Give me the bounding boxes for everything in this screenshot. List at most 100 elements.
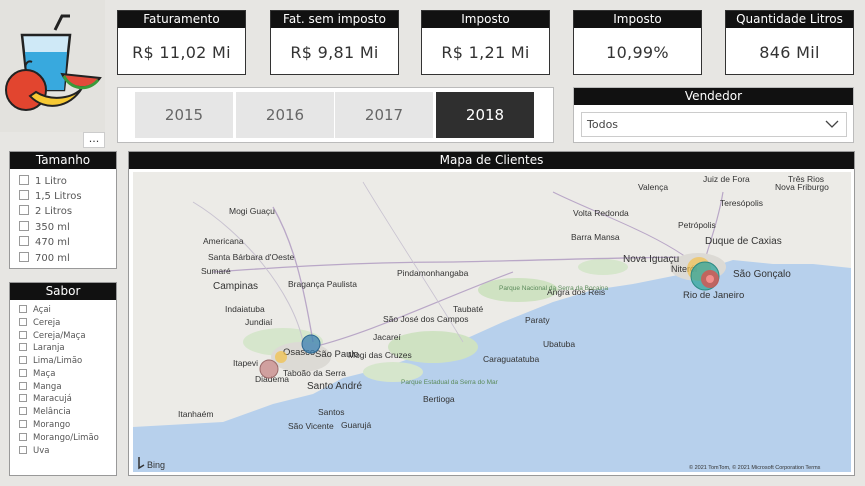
option-label: Morango/Limão xyxy=(33,433,99,443)
sabor-option[interactable]: Morango xyxy=(19,420,70,432)
client-bubble[interactable] xyxy=(275,351,287,363)
option-label: Manga xyxy=(33,382,62,392)
map-label: Mogi Guaçu xyxy=(229,206,275,216)
vendedor-dropdown[interactable]: Todos xyxy=(581,112,847,137)
vendedor-title: Vendedor xyxy=(574,88,853,105)
map-label: Americana xyxy=(203,236,244,246)
kpi-title: Imposto xyxy=(422,11,549,28)
map-label: Paraty xyxy=(525,315,550,325)
map-label: Teresópolis xyxy=(720,198,763,208)
map-copyright: © 2021 TomTom, © 2021 Microsoft Corporat… xyxy=(689,464,821,471)
sabor-option[interactable]: Manga xyxy=(19,382,62,394)
map-label: São Gonçalo xyxy=(733,269,791,280)
sabor-option[interactable]: Cereja xyxy=(19,318,60,330)
map-label: Indaiatuba xyxy=(225,304,265,314)
vendedor-slicer: Vendedor Todos xyxy=(573,87,854,143)
map-label: Taubaté xyxy=(453,304,484,314)
mapa-de-clientes: Mapa de Clientes Valença Juiz de Fora Tr… xyxy=(128,151,855,476)
tamanho-option[interactable]: 350 ml xyxy=(19,221,70,235)
checkbox-icon xyxy=(19,190,29,200)
sabor-option[interactable]: Uva xyxy=(19,446,49,458)
map-canvas[interactable]: Valença Juiz de Fora Três Rios Mogi Guaç… xyxy=(133,172,851,472)
map-label: Caraguatatuba xyxy=(483,354,540,364)
checkbox-icon xyxy=(19,236,29,246)
map-title: Mapa de Clientes xyxy=(129,152,854,169)
sabor-option[interactable]: Maracujá xyxy=(19,394,72,406)
option-label: 1,5 Litros xyxy=(35,191,82,202)
client-bubble[interactable] xyxy=(259,359,279,379)
checkbox-icon xyxy=(19,331,27,339)
checkbox-icon xyxy=(19,175,29,185)
map-svg: Valença Juiz de Fora Três Rios Mogi Guaç… xyxy=(133,172,851,472)
map-label: Taboão da Serra xyxy=(283,368,346,378)
kpi-faturamento: Faturamento R$ 11,02 Mi xyxy=(117,10,246,75)
map-label: Volta Redonda xyxy=(573,208,629,218)
tamanho-option[interactable]: 700 ml xyxy=(19,252,70,266)
map-label: Mogi das Cruzes xyxy=(348,350,412,360)
map-label: Duque de Caxias xyxy=(705,236,782,247)
client-bubble[interactable] xyxy=(706,275,714,283)
option-label: 470 ml xyxy=(35,237,70,248)
sabor-option[interactable]: Laranja xyxy=(19,343,65,355)
option-label: 350 ml xyxy=(35,222,70,233)
sabor-option[interactable]: Maça xyxy=(19,369,55,381)
checkbox-icon xyxy=(19,369,27,377)
checkbox-icon xyxy=(19,382,27,390)
tamanho-option[interactable]: 470 ml xyxy=(19,236,70,250)
option-label: Maça xyxy=(33,369,56,379)
option-label: Lima/Limão xyxy=(33,356,83,366)
map-label: Valença xyxy=(638,182,668,192)
tamanho-option[interactable]: 1 Litro xyxy=(19,175,67,189)
option-label: Melância xyxy=(33,407,71,417)
sabor-option[interactable]: Açai xyxy=(19,305,51,317)
more-options-button[interactable]: ... xyxy=(83,132,105,148)
year-button-2018[interactable]: 2018 xyxy=(436,92,534,138)
option-label: 2 Litros xyxy=(35,206,73,217)
kpi-fat-sem-imposto: Fat. sem imposto R$ 9,81 Mi xyxy=(270,10,399,75)
year-button-2017[interactable]: 2017 xyxy=(335,92,433,138)
map-label: São José dos Campos xyxy=(383,314,469,324)
map-label: Rio de Janeiro xyxy=(683,290,744,301)
map-label: Petrópolis xyxy=(678,220,716,230)
bing-label: Bing xyxy=(147,460,165,470)
map-label: Guarujá xyxy=(341,420,372,430)
option-label: Uva xyxy=(33,446,50,456)
map-label: Itanhaém xyxy=(178,409,213,419)
map-label: Jacareí xyxy=(373,332,402,342)
map-label: Bragança Paulista xyxy=(288,279,357,289)
kpi-value: 846 Mil xyxy=(759,43,820,62)
kpi-title: Quantidade Litros xyxy=(726,11,853,28)
map-label: Barra Mansa xyxy=(571,232,620,242)
checkbox-icon xyxy=(19,221,29,231)
option-label: Morango xyxy=(33,420,71,430)
sabor-slicer: Sabor Açai Cereja Cereja/Maça Laranja Li… xyxy=(9,282,117,476)
year-slicer: 2015 2016 2017 2018 xyxy=(117,87,554,143)
map-label: Campinas xyxy=(213,281,258,292)
kpi-value: R$ 1,21 Mi xyxy=(441,43,530,62)
map-label: São Vicente xyxy=(288,421,334,431)
kpi-imposto: Imposto R$ 1,21 Mi xyxy=(421,10,550,75)
map-label: Nova Friburgo xyxy=(775,182,829,192)
tamanho-option[interactable]: 1,5 Litros xyxy=(19,190,82,204)
year-button-2016[interactable]: 2016 xyxy=(236,92,334,138)
tamanho-slicer: Tamanho 1 Litro 1,5 Litros 2 Litros 350 … xyxy=(9,151,117,269)
sabor-option[interactable]: Cereja/Maça xyxy=(19,331,86,343)
chevron-down-icon xyxy=(825,120,839,128)
tamanho-option[interactable]: 2 Litros xyxy=(19,205,72,219)
map-label: Parque Nacional da Serra da Bocaina xyxy=(499,285,609,292)
map-label: Sumaré xyxy=(201,266,231,276)
sabor-option[interactable]: Lima/Limão xyxy=(19,356,82,368)
sabor-title: Sabor xyxy=(10,283,116,300)
map-label: Santos xyxy=(318,407,344,417)
checkbox-icon xyxy=(19,343,27,351)
map-label: Bertioga xyxy=(423,394,455,404)
kpi-title: Imposto xyxy=(574,11,701,28)
kpi-quantidade-litros: Quantidade Litros 846 Mil xyxy=(725,10,854,75)
client-bubble[interactable] xyxy=(301,334,321,354)
sabor-option[interactable]: Morango/Limão xyxy=(19,433,99,445)
option-label: Laranja xyxy=(33,343,65,353)
kpi-title: Fat. sem imposto xyxy=(271,11,398,28)
year-button-2015[interactable]: 2015 xyxy=(135,92,233,138)
kpi-value: R$ 9,81 Mi xyxy=(290,43,379,62)
sabor-option[interactable]: Melância xyxy=(19,407,71,419)
